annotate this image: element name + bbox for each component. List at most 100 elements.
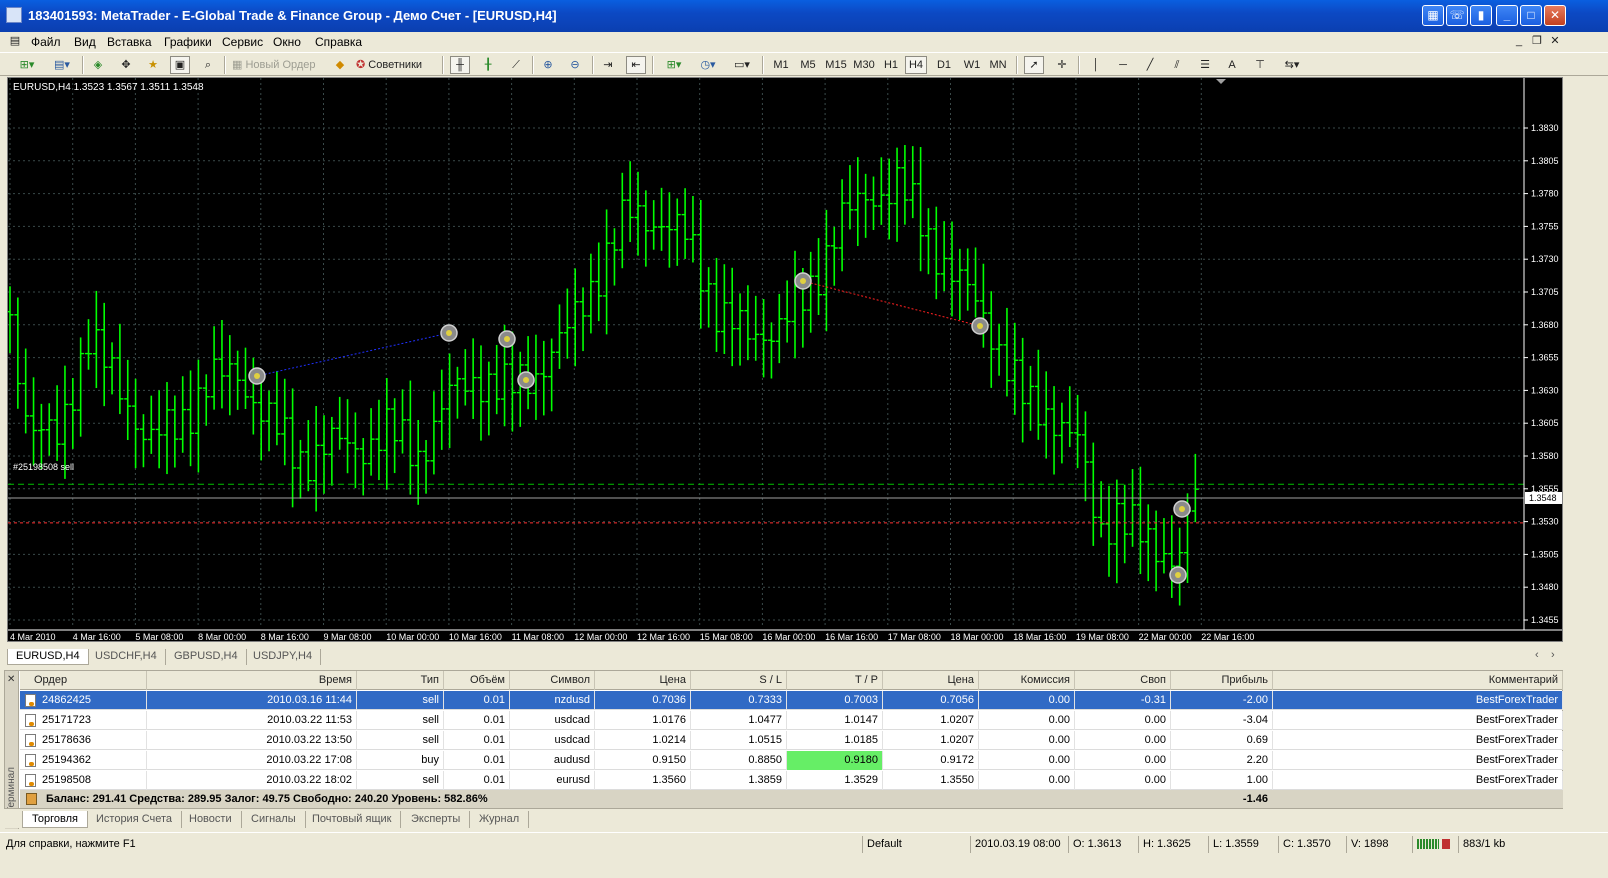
table-row[interactable]: 25198508 2010.03.22 18:02 sell 0.01 eurusd 1.… (20, 771, 1563, 790)
table-row[interactable]: 25178636 2010.03.22 13:50 sell 0.01 usdcad 1.… (20, 731, 1563, 750)
phone-icon[interactable]: ☏ (1446, 5, 1468, 26)
periods-icon[interactable]: ◷▾ (694, 56, 722, 74)
trade-marker-dot (504, 336, 510, 342)
timeframe-h1[interactable]: H1 (880, 56, 902, 74)
menu-insert[interactable]: Вставка (107, 35, 152, 49)
title-bar[interactable]: 183401593: MetaTrader - E-Global Trade &… (0, 0, 1608, 32)
column-header[interactable]: Своп (1075, 671, 1171, 690)
bookmark-icon[interactable]: ▮ (1470, 5, 1492, 26)
timeframe-m15[interactable]: M15 (823, 56, 849, 74)
menu-window[interactable]: Окно (273, 35, 301, 49)
tester-icon[interactable]: ⌕ (198, 56, 218, 74)
mdi-minimize-icon[interactable]: _ (1512, 35, 1526, 49)
text-label-icon[interactable]: ⊤ (1250, 56, 1270, 74)
tab-usdjpy-h4[interactable]: USDJPY,H4 (245, 649, 322, 665)
tab-journal[interactable]: Журнал (470, 811, 530, 828)
cursor-icon[interactable]: ➚ (1024, 56, 1044, 74)
fibonacci-icon[interactable]: ☰ (1195, 56, 1215, 74)
menu-file[interactable]: Файл (31, 35, 61, 49)
menu-help[interactable]: Справка (315, 35, 362, 49)
timeframe-h4[interactable]: H4 (905, 56, 927, 74)
tabs-right-arrow-icon[interactable]: › (1551, 649, 1555, 661)
candlestick-icon[interactable]: ╂ (478, 56, 498, 74)
column-header[interactable]: Ордер (20, 671, 147, 690)
tabs-left-arrow-icon[interactable]: ‹ (1535, 649, 1539, 661)
zoom-out-icon[interactable]: ⊖ (565, 56, 585, 74)
column-header[interactable]: Тип (357, 671, 444, 690)
price-tick-label: 1.3605 (1531, 418, 1559, 428)
experts-button[interactable]: ✪ Советники (356, 56, 436, 74)
price-chart[interactable]: 1.3830 1.3805 1.3780 1.3755 1.3730 1.3705 1.36… (7, 77, 1563, 642)
trendline-icon[interactable]: ╱ (1140, 56, 1160, 74)
table-row[interactable]: 24862425 2010.03.16 11:44 sell 0.01 nzdusd 0.… (20, 691, 1563, 710)
horizontal-line-icon[interactable]: ─ (1113, 56, 1133, 74)
new-order-button[interactable]: ▦ Новый Ордер (232, 56, 324, 74)
tab-mailbox[interactable]: Почтовый ящик (303, 811, 402, 828)
table-row[interactable]: 25171723 2010.03.22 11:53 sell 0.01 usdcad 1.… (20, 711, 1563, 730)
tab-trade[interactable]: Торговля (22, 811, 88, 828)
chart-header: EURUSD,H4 1.3523 1.3567 1.3511 1.3548 (13, 82, 204, 93)
navigator-icon[interactable]: ✥ (116, 56, 136, 74)
menu-tools[interactable]: Сервис (222, 35, 263, 49)
column-header[interactable]: Символ (510, 671, 595, 690)
maximize-button[interactable]: □ (1520, 5, 1542, 26)
vertical-line-icon[interactable]: │ (1086, 56, 1106, 74)
close-button[interactable]: ✕ (1544, 5, 1566, 26)
tab-usdchf-h4[interactable]: USDCHF,H4 (87, 649, 166, 665)
terminal-side-label[interactable]: ✕ Терминал (5, 671, 19, 829)
market-watch-icon[interactable]: ◈ (88, 56, 108, 74)
tab-news[interactable]: Новости (180, 811, 242, 828)
time-tick-label: 18 Mar 16:00 (1013, 632, 1066, 642)
time-tick-label: 15 Mar 08:00 (700, 632, 753, 642)
line-chart-icon[interactable]: ⟋ (506, 56, 526, 74)
menu-charts[interactable]: Графики (164, 35, 212, 49)
tab-gbpusd-h4[interactable]: GBPUSD,H4 (166, 649, 247, 665)
minimize-button[interactable]: _ (1496, 5, 1518, 26)
tab-signals[interactable]: Сигналы (242, 811, 306, 828)
meta-editor-icon[interactable]: ◆ (330, 56, 350, 74)
zoom-in-icon[interactable]: ⊕ (538, 56, 558, 74)
favorites-icon[interactable]: ★ (143, 56, 163, 74)
column-header[interactable]: Цена (595, 671, 691, 690)
table-row[interactable]: 25194362 2010.03.22 17:08 buy 0.01 audusd 0.9… (20, 751, 1563, 770)
column-header[interactable]: Объём (444, 671, 510, 690)
tab-experts[interactable]: Эксперты (402, 811, 471, 828)
new-chart-icon[interactable]: ⊞▾ (12, 56, 42, 74)
tab-eurusd-h4[interactable]: EURUSD,H4 (7, 649, 89, 665)
equidistant-channel-icon[interactable]: ⫽ (1167, 56, 1187, 74)
tab-account-history[interactable]: История Счета (87, 811, 183, 828)
bar-chart-icon[interactable]: ╫ (450, 56, 470, 74)
timeframe-m5[interactable]: M5 (797, 56, 819, 74)
mdi-restore-icon[interactable]: ❐ (1530, 35, 1544, 49)
timeframe-w1[interactable]: W1 (961, 56, 983, 74)
column-header[interactable]: Прибыль (1171, 671, 1273, 690)
text-icon[interactable]: A (1222, 56, 1242, 74)
crosshair-icon[interactable]: ✛ (1052, 56, 1072, 74)
terminal-close-icon[interactable]: ✕ (7, 674, 15, 685)
table-cell: 2.20 (1171, 751, 1273, 770)
timeframe-d1[interactable]: D1 (933, 56, 955, 74)
column-header[interactable]: Комментарий (1273, 671, 1563, 690)
column-header[interactable]: T / P (787, 671, 883, 690)
indicators-icon[interactable]: ⊞▾ (660, 56, 688, 74)
column-header[interactable]: Цена (883, 671, 979, 690)
autoscroll-icon[interactable]: ⇥ (598, 56, 618, 74)
grid-icon[interactable]: ▦ (1422, 5, 1444, 26)
arrows-icon[interactable]: ⇆▾ (1278, 56, 1306, 74)
timeframe-mn[interactable]: MN (987, 56, 1009, 74)
timeframe-m30[interactable]: M30 (851, 56, 877, 74)
column-header[interactable]: S / L (691, 671, 787, 690)
document-icon[interactable]: ▤ (8, 35, 22, 49)
mdi-close-icon[interactable]: ✕ (1548, 35, 1562, 49)
profiles-icon[interactable]: ▤▾ (48, 56, 76, 74)
status-profile[interactable]: Default (862, 836, 966, 853)
terminal-icon[interactable]: ▣ (170, 56, 190, 74)
column-header[interactable]: Время (147, 671, 357, 690)
connection-icon[interactable] (1412, 836, 1456, 853)
menu-view[interactable]: Вид (74, 35, 96, 49)
price-tick-label: 1.3655 (1531, 353, 1559, 363)
timeframe-m1[interactable]: M1 (770, 56, 792, 74)
chart-shift-icon[interactable]: ⇤ (626, 56, 646, 74)
templates-icon[interactable]: ▭▾ (728, 56, 756, 74)
column-header[interactable]: Комиссия (979, 671, 1075, 690)
